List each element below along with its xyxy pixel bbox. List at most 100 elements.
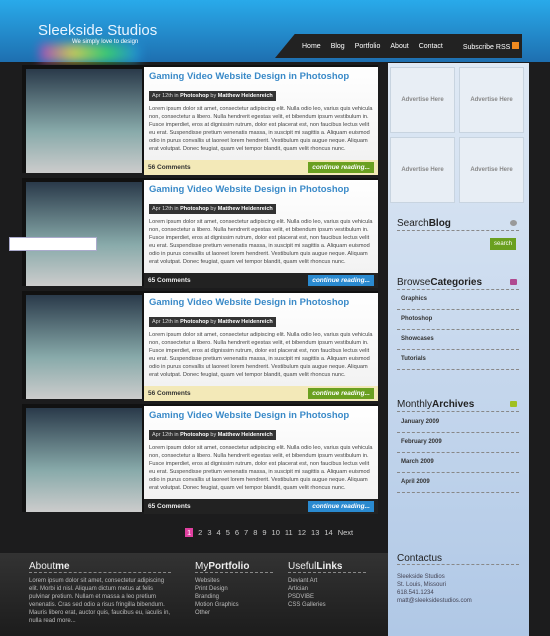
heading-a: Search bbox=[397, 218, 429, 229]
post-title[interactable]: Gaming Video Website Design in Photoshop bbox=[149, 71, 373, 82]
ad-slot[interactable]: Advertise Here bbox=[459, 67, 524, 133]
nav-contact[interactable]: Contact bbox=[419, 43, 443, 50]
post-category[interactable]: Photoshop bbox=[180, 93, 209, 99]
comments-link[interactable]: 56 Comments bbox=[148, 164, 191, 171]
comments-link[interactable]: 65 Comments bbox=[148, 503, 191, 510]
continue-reading-button[interactable]: continue reading... bbox=[308, 501, 374, 512]
ad-slot[interactable]: Advertise Here bbox=[390, 137, 455, 203]
post-meta: Apr 12th in Photoshop by Matthew Heidenr… bbox=[149, 430, 276, 440]
tagline: We simply love to design bbox=[72, 39, 139, 45]
post-thumbnail[interactable] bbox=[26, 182, 142, 286]
contact-line: 618.541.1234 bbox=[397, 590, 434, 596]
comments-link[interactable]: 56 Comments bbox=[148, 390, 191, 397]
useful-link[interactable]: Artician bbox=[288, 585, 326, 593]
ad-slot[interactable]: Advertise Here bbox=[459, 137, 524, 203]
rss-icon bbox=[512, 41, 520, 49]
post-category[interactable]: Photoshop bbox=[180, 319, 209, 325]
post-footer: 56 Comments continue reading... bbox=[144, 160, 378, 175]
page-link[interactable]: 6 bbox=[235, 528, 239, 537]
continue-reading-button[interactable]: continue reading... bbox=[308, 388, 374, 399]
post-author[interactable]: Matthew Heidenreich bbox=[218, 206, 273, 212]
folder-icon bbox=[510, 279, 517, 285]
nav-about[interactable]: About bbox=[390, 43, 408, 50]
category-link[interactable]: Graphics bbox=[397, 290, 519, 310]
subscribe-rss-link[interactable]: Subscribe RSS bbox=[463, 41, 520, 51]
post-author[interactable]: Matthew Heidenreich bbox=[218, 93, 273, 99]
post-thumbnail[interactable] bbox=[26, 69, 142, 173]
page-link[interactable]: 13 bbox=[311, 528, 319, 537]
page-link[interactable]: 8 bbox=[253, 528, 257, 537]
post-thumbnail[interactable] bbox=[26, 295, 142, 399]
ad-slot[interactable]: Advertise Here bbox=[390, 67, 455, 133]
nav-portfolio[interactable]: Portfolio bbox=[355, 43, 381, 50]
search-button[interactable]: search bbox=[490, 238, 516, 250]
heading-a: Browse bbox=[397, 277, 431, 288]
portfolio-link[interactable]: Print Design bbox=[195, 585, 239, 593]
nav-blog[interactable]: Blog bbox=[331, 43, 345, 50]
post-title[interactable]: Gaming Video Website Design in Photoshop bbox=[149, 184, 373, 195]
post-excerpt: Lorem ipsum dolor sit amet, consectetur … bbox=[149, 332, 373, 378]
post-excerpt: Lorem ipsum dolor sit amet, consectetur … bbox=[149, 445, 373, 491]
footer: Aboutme Lorem ipsum dolor sit amet, cons… bbox=[0, 553, 388, 636]
portfolio-link[interactable]: Websites bbox=[195, 577, 239, 585]
by-label: by bbox=[210, 206, 217, 212]
post-excerpt: Lorem ipsum dolor sit amet, consectetur … bbox=[149, 106, 373, 152]
page-link[interactable]: 2 bbox=[198, 528, 202, 537]
heading-a: About bbox=[29, 561, 56, 572]
nav-home[interactable]: Home bbox=[302, 43, 321, 50]
post-excerpt: Lorem ipsum dolor sit amet, consectetur … bbox=[149, 219, 373, 265]
continue-reading-button[interactable]: continue reading... bbox=[308, 162, 374, 173]
portfolio-link[interactable]: Other bbox=[195, 609, 239, 617]
archive-link[interactable]: March 2009 bbox=[397, 453, 519, 473]
category-link[interactable]: Photoshop bbox=[397, 310, 519, 330]
categories-list: Graphics Photoshop Showcases Tutorials bbox=[397, 290, 519, 370]
post-title[interactable]: Gaming Video Website Design in Photoshop bbox=[149, 410, 373, 421]
portfolio-heading: MyPortfolio bbox=[195, 561, 273, 573]
page-link[interactable]: 3 bbox=[207, 528, 211, 537]
post-category[interactable]: Photoshop bbox=[180, 432, 209, 438]
page-link[interactable]: 10 bbox=[272, 528, 280, 537]
page-link[interactable]: 7 bbox=[244, 528, 248, 537]
post-title[interactable]: Gaming Video Website Design in Photoshop bbox=[149, 297, 373, 308]
portfolio-link[interactable]: Motion Graphics bbox=[195, 601, 239, 609]
post-body: Gaming Video Website Design in Photoshop… bbox=[144, 67, 378, 175]
portfolio-link[interactable]: Branding bbox=[195, 593, 239, 601]
page-link[interactable]: 1 bbox=[185, 528, 194, 537]
useful-links: Deviant Art Artician PSDVIBE CSS Galleries bbox=[288, 577, 326, 609]
heading-b: Portfolio bbox=[208, 561, 250, 572]
contact-heading: Contactus bbox=[397, 553, 519, 565]
category-link[interactable]: Tutorials bbox=[397, 350, 519, 370]
page-link[interactable]: 14 bbox=[324, 528, 332, 537]
post-author[interactable]: Matthew Heidenreich bbox=[218, 319, 273, 325]
blog-post: Gaming Video Website Design in Photoshop… bbox=[22, 65, 378, 175]
logo[interactable]: Sleekside Studios bbox=[38, 22, 157, 39]
archive-link[interactable]: February 2009 bbox=[397, 433, 519, 453]
continue-reading-button[interactable]: continue reading... bbox=[308, 275, 374, 286]
search-heading: SearchBlog bbox=[397, 218, 519, 231]
page-link[interactable]: 12 bbox=[298, 528, 306, 537]
post-category[interactable]: Photoshop bbox=[180, 206, 209, 212]
page-link[interactable]: 11 bbox=[285, 528, 293, 537]
page-link[interactable]: 9 bbox=[262, 528, 266, 537]
useful-link[interactable]: Deviant Art bbox=[288, 577, 326, 585]
archive-link[interactable]: January 2009 bbox=[397, 413, 519, 433]
page-link[interactable]: Next bbox=[338, 528, 353, 537]
folder-open-icon bbox=[510, 401, 517, 407]
post-footer: 65 Comments continue reading... bbox=[144, 273, 378, 288]
comments-link[interactable]: 65 Comments bbox=[148, 277, 191, 284]
page-link[interactable]: 5 bbox=[226, 528, 230, 537]
header: Sleekside Studios We simply love to desi… bbox=[0, 0, 550, 62]
archives-list: January 2009 February 2009 March 2009 April… bbox=[397, 413, 519, 493]
archive-link[interactable]: April 2009 bbox=[397, 473, 519, 493]
archives-heading: MonthlyArchives bbox=[397, 399, 519, 412]
post-date: Apr 12th in bbox=[152, 93, 179, 99]
search-input[interactable] bbox=[9, 237, 97, 251]
post-date: Apr 12th in bbox=[152, 319, 179, 325]
post-author[interactable]: Matthew Heidenreich bbox=[218, 432, 273, 438]
category-link[interactable]: Showcases bbox=[397, 330, 519, 350]
useful-link[interactable]: CSS Galleries bbox=[288, 601, 326, 609]
pagination: 1 2 3 4 5 6 7 8 9 10 11 12 13 14 Next bbox=[185, 528, 353, 537]
post-thumbnail[interactable] bbox=[26, 408, 142, 512]
useful-link[interactable]: PSDVIBE bbox=[288, 593, 326, 601]
page-link[interactable]: 4 bbox=[217, 528, 221, 537]
